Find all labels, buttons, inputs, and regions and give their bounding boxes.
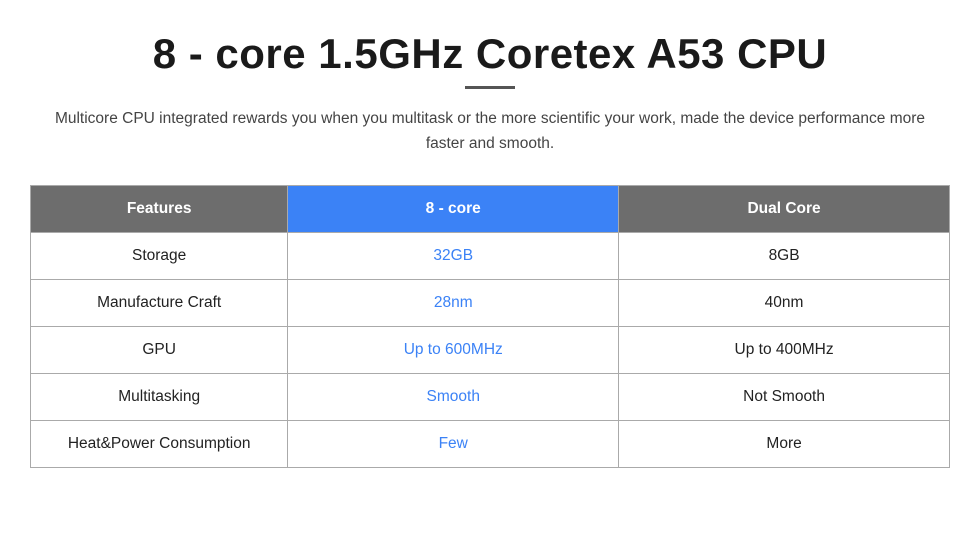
cell-feature-2: GPU xyxy=(31,326,288,373)
header-dual: Dual Core xyxy=(619,185,950,232)
table-row: Manufacture Craft28nm40nm xyxy=(31,279,950,326)
cell-8core-4: Few xyxy=(288,420,619,467)
table-row: GPUUp to 600MHzUp to 400MHz xyxy=(31,326,950,373)
cell-dual-0: 8GB xyxy=(619,232,950,279)
comparison-table: Features 8 - core Dual Core Storage32GB8… xyxy=(30,185,950,468)
table-header-row: Features 8 - core Dual Core xyxy=(31,185,950,232)
cell-feature-0: Storage xyxy=(31,232,288,279)
cell-8core-0: 32GB xyxy=(288,232,619,279)
cell-dual-4: More xyxy=(619,420,950,467)
cell-dual-3: Not Smooth xyxy=(619,373,950,420)
table-row: Heat&Power ConsumptionFewMore xyxy=(31,420,950,467)
cell-dual-1: 40nm xyxy=(619,279,950,326)
cell-feature-3: Multitasking xyxy=(31,373,288,420)
cell-feature-1: Manufacture Craft xyxy=(31,279,288,326)
header-features: Features xyxy=(31,185,288,232)
cell-feature-4: Heat&Power Consumption xyxy=(31,420,288,467)
title-divider xyxy=(465,86,515,89)
cell-8core-3: Smooth xyxy=(288,373,619,420)
cell-8core-2: Up to 600MHz xyxy=(288,326,619,373)
cell-dual-2: Up to 400MHz xyxy=(619,326,950,373)
cell-8core-1: 28nm xyxy=(288,279,619,326)
page-title: 8 - core 1.5GHz Coretex A53 CPU xyxy=(153,30,828,78)
table-row: MultitaskingSmoothNot Smooth xyxy=(31,373,950,420)
header-8core: 8 - core xyxy=(288,185,619,232)
subtitle: Multicore CPU integrated rewards you whe… xyxy=(40,107,940,157)
table-row: Storage32GB8GB xyxy=(31,232,950,279)
